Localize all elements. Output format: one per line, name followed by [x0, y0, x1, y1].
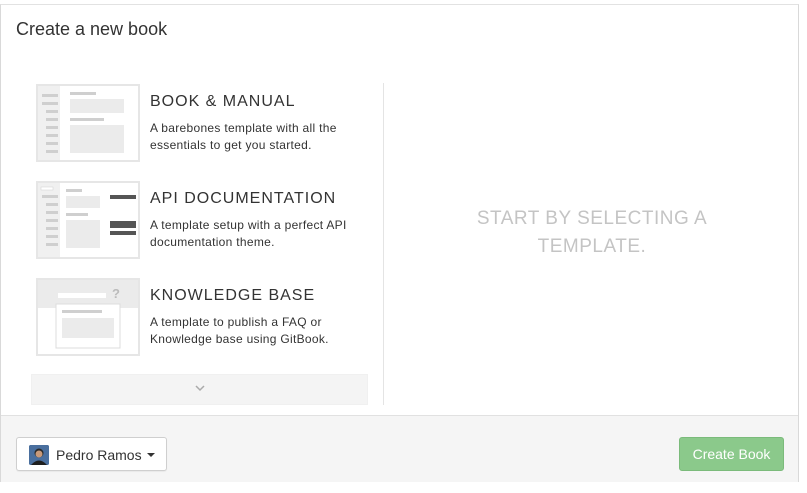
template-preview-placeholder: START BY SELECTING A TEMPLATE. — [476, 208, 708, 257]
create-book-dialog: Create a new book BOOK & MANUAL A barebo… — [0, 4, 799, 482]
api-documentation-thumbnail-icon — [36, 181, 140, 259]
panel-divider — [383, 83, 384, 405]
account-selector-button[interactable]: Pedro Ramos — [16, 437, 167, 471]
book-manual-thumbnail-icon — [36, 84, 140, 162]
user-name: Pedro Ramos — [56, 447, 142, 463]
dialog-footer: Pedro Ramos Create Book — [1, 415, 798, 482]
chevron-down-icon — [195, 385, 205, 392]
template-name: API DOCUMENTATION — [150, 190, 337, 207]
template-knowledge-base[interactable]: ? KNOWLEDGE BASE A template to publish a… — [31, 273, 369, 356]
avatar — [29, 445, 49, 465]
knowledge-base-thumbnail-icon: ? — [36, 278, 140, 356]
create-book-button[interactable]: Create Book — [679, 437, 784, 471]
template-api-documentation[interactable]: API DOCUMENTATION A template setup with … — [31, 176, 369, 259]
svg-text:?: ? — [112, 286, 120, 301]
caret-down-icon — [147, 453, 155, 457]
template-name: BOOK & MANUAL — [150, 93, 296, 110]
template-description: A template to publish a FAQ or Knowledge… — [150, 315, 329, 346]
dialog-title: Create a new book — [16, 19, 168, 39]
show-more-templates-button[interactable] — [31, 374, 368, 405]
template-book-manual[interactable]: BOOK & MANUAL A barebones template with … — [31, 79, 369, 162]
template-name: KNOWLEDGE BASE — [150, 287, 316, 304]
template-description: A barebones template with all the essent… — [150, 121, 337, 152]
template-description: A template setup with a perfect API docu… — [150, 218, 347, 249]
